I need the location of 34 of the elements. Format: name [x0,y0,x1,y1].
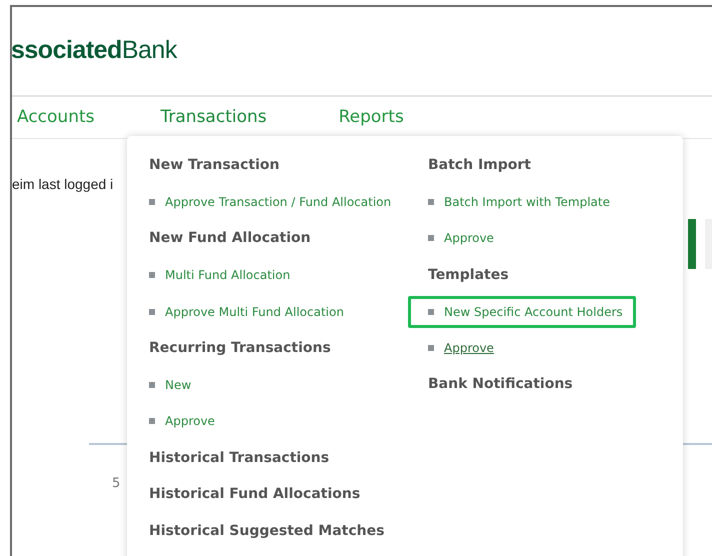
menu-heading[interactable]: Batch Import [428,154,531,176]
menu-link[interactable]: Multi Fund Allocation [149,266,290,284]
menu-link[interactable]: Approve [149,412,215,430]
bullet-icon [149,382,155,388]
menu-link[interactable]: Batch Import with Template [428,192,610,211]
bullet-icon [149,418,155,424]
menu-heading[interactable]: Recurring Transactions [149,338,331,359]
action-bar [688,219,696,269]
menu-heading[interactable]: Historical Transactions [149,448,330,469]
menu-heading[interactable]: Templates [428,264,509,286]
menu-heading[interactable]: Historical Suggested Matches [149,520,384,542]
menu-link[interactable]: Approve Multi Fund Allocation [149,302,344,321]
bank-logo[interactable]: ssociatedBank [12,32,177,70]
menu-heading[interactable]: Bank Notifications [428,374,573,396]
login-text: eim last logged i [12,176,114,192]
bullet-icon [428,198,434,205]
bullet-icon [428,235,434,242]
menu-heading[interactable]: New Fund Allocation [149,228,311,249]
menu-link[interactable]: Approve [428,229,494,248]
menu-link[interactable]: Approve Transaction / Fund Allocation [149,192,392,211]
chart-label: 5 [112,475,120,494]
nav-tab[interactable]: Transactions [160,104,267,130]
nav-tab[interactable]: Reports [338,104,404,130]
bullet-icon [428,308,434,315]
bullet-icon [149,198,155,205]
menu-link[interactable]: New Specific Account Holders [408,296,636,328]
menu-link[interactable]: New [149,376,192,394]
bullet-icon [149,272,155,278]
menu-link[interactable]: Approve [428,339,494,358]
bullet-icon [428,345,434,352]
menu-heading[interactable]: New Transaction [149,154,280,176]
menu-heading[interactable]: Historical Fund Allocations [149,484,360,506]
nav-tab[interactable]: Accounts [17,104,94,130]
bullet-icon [149,308,155,315]
